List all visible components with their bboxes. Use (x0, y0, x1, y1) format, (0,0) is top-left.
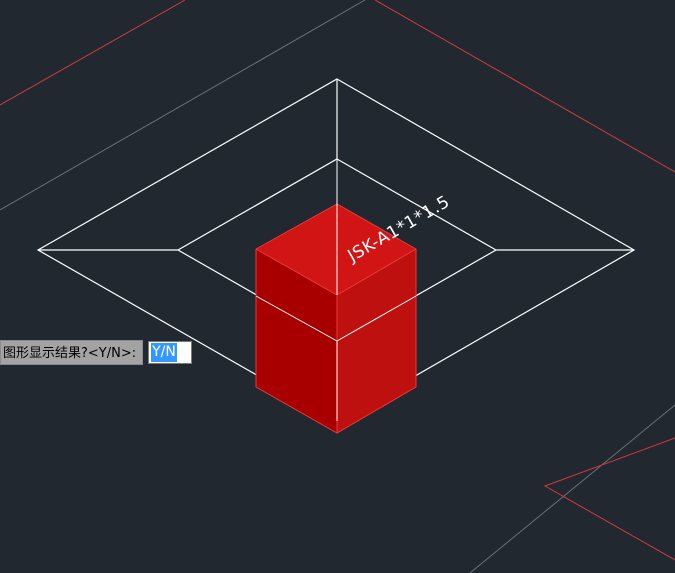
command-prompt-text: 图形显示结果?<Y/N>: (0, 340, 144, 365)
command-prompt: 图形显示结果?<Y/N>: Y/N (0, 340, 193, 365)
grid-gray-line (469, 404, 675, 573)
model-space-canvas[interactable]: JSK-A1*1*1.5 (0, 0, 675, 573)
grid-red-line (0, 0, 186, 106)
grid-red-line (543, 437, 675, 561)
grid-gray-line (0, 0, 366, 211)
command-input-field[interactable]: Y/N (148, 341, 193, 364)
grid-red-line (374, 0, 675, 173)
command-input-value[interactable]: Y/N (151, 343, 177, 362)
cad-drawing-viewport[interactable]: JSK-A1*1*1.5 图形显示结果?<Y/N>: Y/N (0, 0, 675, 573)
